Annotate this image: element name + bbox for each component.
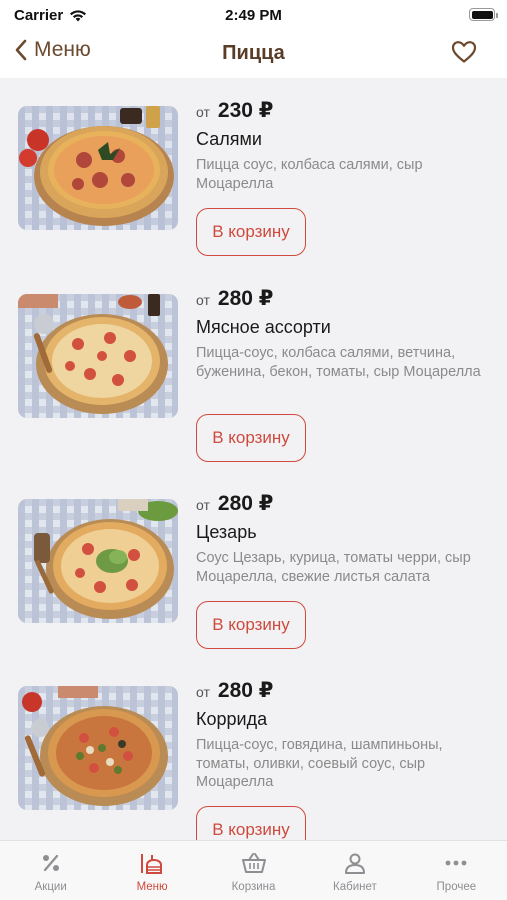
tab-label: Кабинет	[333, 881, 377, 893]
screen: Carrier 2:49 PM Меню Пицца от 230 ₽ Саля…	[0, 0, 507, 900]
back-button[interactable]: Меню	[14, 38, 91, 62]
product-name[interactable]: Цезарь	[196, 522, 257, 543]
tab-bar: Акции Меню Корзина Кабинет Прочее	[0, 840, 507, 900]
tab-label: Прочее	[436, 881, 477, 893]
tab-account[interactable]: Кабинет	[304, 841, 405, 900]
tab-cart[interactable]: Корзина	[203, 841, 304, 900]
tab-label: Меню	[136, 881, 168, 893]
product-card-caesar[interactable]: от 280 ₽ Цезарь Соус Цезарь, курица, том…	[0, 471, 507, 671]
more-icon	[445, 860, 467, 866]
price-prefix: от	[196, 684, 210, 700]
chevron-left-icon	[15, 39, 27, 61]
battery-icon	[469, 8, 498, 21]
product-description: Пицца-соус, колбаса салями, ветчина, буж…	[196, 345, 481, 380]
person-icon	[344, 853, 365, 874]
back-label: Меню	[34, 38, 91, 61]
menu-food-icon	[141, 854, 163, 874]
basket-icon	[241, 853, 266, 873]
price-row: от 280 ₽	[196, 491, 273, 516]
product-card-meat-assorted[interactable]: от 280 ₽ Мясное ассорти Пицца-соус, колб…	[0, 266, 507, 466]
add-to-cart-button[interactable]: В корзину	[196, 601, 306, 649]
battery-fill	[471, 10, 493, 19]
product-list[interactable]: от 230 ₽ Салями Пицца соус, колбаса саля…	[0, 78, 507, 840]
percent-icon	[42, 854, 59, 872]
price-row: от 230 ₽	[196, 98, 273, 123]
add-to-cart-button[interactable]: В корзину	[196, 806, 306, 840]
price-row: от 280 ₽	[196, 286, 273, 311]
favorites-button[interactable]	[451, 40, 477, 69]
product-name[interactable]: Мясное ассорти	[196, 317, 331, 338]
tab-more[interactable]: Прочее	[406, 841, 507, 900]
product-card-corrida[interactable]: от 280 ₽ Коррида Пицца-соус, говядина, ш…	[0, 658, 507, 840]
product-name[interactable]: Салями	[196, 129, 262, 150]
product-price: 280 ₽	[217, 287, 274, 310]
price-row: от 280 ₽	[196, 678, 273, 703]
product-description: Пицца соус, колбаса салями, сыр Моцарелл…	[196, 157, 423, 192]
status-bar: Carrier 2:49 PM	[0, 0, 507, 30]
nav-bar: Меню Пицца	[0, 30, 507, 78]
product-description: Соус Цезарь, курица, томаты черри, сыр М…	[196, 550, 471, 585]
add-to-cart-button[interactable]: В корзину	[196, 414, 306, 462]
heart-icon	[451, 41, 477, 63]
product-name[interactable]: Коррида	[196, 709, 267, 730]
product-price: 280 ₽	[217, 679, 274, 702]
product-card-salami[interactable]: от 230 ₽ Салями Пицца соус, колбаса саля…	[0, 78, 507, 278]
tab-label: Корзина	[231, 881, 276, 893]
tab-label: Акции	[34, 881, 67, 893]
product-image[interactable]	[18, 499, 178, 623]
tab-promotions[interactable]: Акции	[0, 841, 101, 900]
status-time: 2:49 PM	[225, 6, 282, 24]
product-image[interactable]	[18, 686, 178, 810]
tab-menu[interactable]: Меню	[101, 841, 202, 900]
product-price: 280 ₽	[217, 492, 274, 515]
product-image[interactable]	[18, 294, 178, 418]
add-to-cart-button[interactable]: В корзину	[196, 208, 306, 256]
price-prefix: от	[196, 104, 210, 120]
product-price: 230 ₽	[217, 99, 274, 122]
product-description: Пицца-соус, говядина, шампиньоны, томаты…	[196, 737, 443, 790]
price-prefix: от	[196, 497, 210, 513]
product-image[interactable]	[18, 106, 178, 230]
price-prefix: от	[196, 292, 210, 308]
